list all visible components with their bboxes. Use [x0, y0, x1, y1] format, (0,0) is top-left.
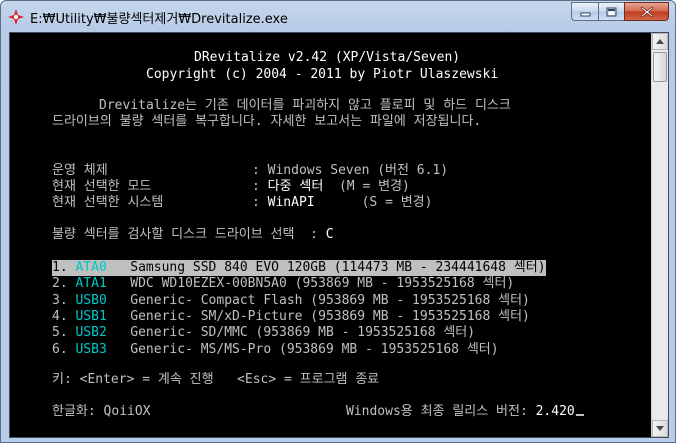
drive-id: ATA0	[75, 260, 107, 275]
os-version: (버전 6.1)	[377, 163, 449, 178]
mode-value: 다중 섹터	[267, 179, 324, 194]
system-value: WinAPI	[267, 195, 315, 210]
drive-desc: Generic- MS/MS-Pro (953869 MB - 19535251…	[130, 342, 499, 357]
drive-num: 6.	[52, 342, 68, 357]
esc-key-hint: <Esc> = 프로그램 종료	[237, 372, 380, 387]
release-value: 2.420	[535, 404, 575, 419]
credit-label: 한글화:	[52, 404, 96, 419]
drive-desc: Generic- SD/MMC (953869 MB - 1953525168 …	[130, 325, 476, 340]
os-sep: :	[252, 163, 260, 178]
console-window: E:₩Utility₩불량섹터제거₩Drevitalize.exe DRevit…	[0, 0, 676, 443]
drive-item-5[interactable]: 5. USB2 Generic- SD/MMC (953869 MB - 195…	[52, 325, 475, 341]
drive-num: 5.	[52, 325, 68, 340]
drive-num: 2.	[52, 276, 68, 291]
drive-num: 3.	[52, 293, 68, 308]
minimize-icon	[580, 12, 590, 16]
enter-key-hint: <Enter> = 계속 진행	[79, 372, 214, 387]
os-label: 운영 체제	[52, 163, 108, 178]
arrow-up-icon	[656, 39, 664, 44]
program-title: DRevitalize v2.42 (XP/Vista/Seven)	[194, 50, 461, 65]
scroll-down-button[interactable]	[652, 420, 668, 437]
arrow-down-icon	[656, 426, 664, 431]
drive-desc: WDC WD10EZEX-00BN5A0 (953869 MB - 195352…	[130, 276, 515, 291]
drive-id: USB1	[75, 309, 107, 324]
window-title: E:₩Utility₩불량섹터제거₩Drevitalize.exe	[30, 12, 288, 27]
maximize-button[interactable]	[598, 2, 624, 21]
prompt-sep: :	[310, 227, 318, 242]
minimize-button[interactable]	[571, 2, 598, 21]
text-cursor	[575, 414, 584, 416]
drive-id: USB0	[75, 293, 107, 308]
mode-label: 현재 선택한 모드	[52, 179, 152, 194]
release-label: Windows용 최종 릴리스 버전:	[346, 404, 528, 419]
system-value-row: : WinAPI (S = 변경)	[252, 195, 432, 211]
drive-id: USB2	[75, 325, 107, 340]
copyright-line: Copyright (c) 2004 - 2011 by Piotr Ulasz…	[146, 67, 499, 82]
mode-value-row: : 다중 섹터 (M = 변경)	[252, 179, 410, 195]
drive-id: ATA1	[75, 276, 107, 291]
drive-item-2[interactable]: 2. ATA1 WDC WD10EZEX-00BN5A0 (953869 MB …	[52, 276, 514, 292]
intro-line-2: 드라이브의 불량 섹터를 복구합니다. 자세한 보고서는 파일에 저장됩니다.	[52, 114, 482, 129]
drive-id: USB3	[75, 342, 107, 357]
drive-desc: Generic- Compact Flash (953869 MB - 1953…	[130, 293, 530, 308]
system-label: 현재 선택한 시스템	[52, 195, 164, 210]
close-button[interactable]	[624, 2, 669, 21]
drive-num: 4.	[52, 309, 68, 324]
mode-sep: :	[252, 179, 260, 194]
caption-buttons	[571, 2, 669, 22]
close-icon	[640, 6, 653, 17]
title-bar[interactable]: E:₩Utility₩불량섹터제거₩Drevitalize.exe	[1, 1, 675, 33]
vertical-scrollbar[interactable]	[651, 33, 668, 437]
drive-item-6[interactable]: 6. USB3 Generic- MS/MS-Pro (953869 MB - …	[52, 342, 499, 358]
intro-line-1: Drevitalize는 기존 데이터를 파괴하지 않고 플로피 및 하드 디스…	[99, 98, 511, 113]
maximize-icon	[606, 7, 617, 16]
drive-desc: Samsung SSD 840 EVO 120GB (114473 MB - 2…	[130, 260, 546, 275]
mode-change-hint: (M = 변경)	[338, 179, 410, 194]
scroll-up-button[interactable]	[652, 33, 668, 50]
drive-item-3[interactable]: 3. USB0 Generic- Compact Flash (953869 M…	[52, 293, 530, 309]
system-sep: :	[252, 195, 260, 210]
os-value: Windows Seven	[267, 163, 370, 178]
drive-desc: Generic- SM/xD-Picture (953869 MB - 1953…	[130, 309, 530, 324]
drive-select-prompt: 불량 섹터를 검사할 디스크 드라이브 선택 : C	[52, 227, 334, 243]
key-help: 키: <Enter> = 계속 진행 <Esc> = 프로그램 종료	[52, 372, 379, 388]
credit-value: QoiiOX	[103, 404, 151, 419]
system-change-hint: (S = 변경)	[361, 195, 433, 210]
release-version: Windows용 최종 릴리스 버전: 2.420	[346, 404, 584, 420]
scroll-thumb[interactable]	[653, 52, 667, 82]
drive-item-1[interactable]: 1. ATA0 Samsung SSD 840 EVO 120GB (11447…	[52, 260, 546, 276]
drive-item-4[interactable]: 4. USB1 Generic- SM/xD-Picture (953869 M…	[52, 309, 530, 325]
translation-credit: 한글화: QoiiOX	[52, 404, 151, 420]
os-value-row: : Windows Seven (버전 6.1)	[252, 163, 448, 179]
app-icon	[8, 9, 24, 25]
key-prefix: 키:	[52, 372, 72, 387]
drive-num: 1.	[52, 260, 68, 275]
prompt-question: 불량 섹터를 검사할 디스크 드라이브 선택	[52, 227, 295, 242]
console-area[interactable]: DRevitalize v2.42 (XP/Vista/Seven) Copyr…	[9, 32, 669, 438]
prompt-answer: C	[325, 227, 334, 242]
